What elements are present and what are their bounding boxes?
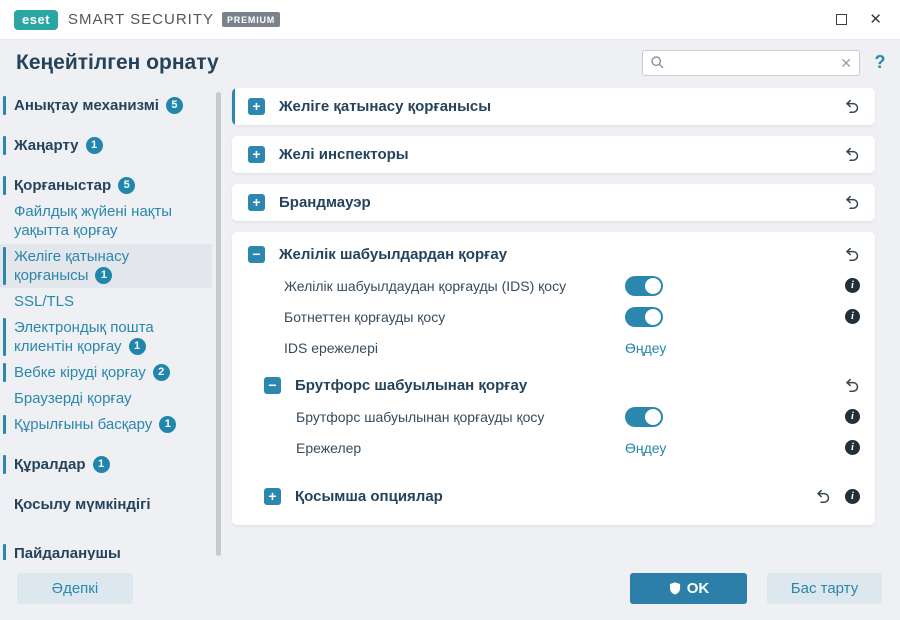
modified-indicator xyxy=(3,136,6,155)
modified-indicator xyxy=(3,247,6,285)
sidebar-scrollbar[interactable] xyxy=(216,92,221,556)
edit-link[interactable]: Өңдеу xyxy=(625,440,666,456)
section-card-firewall: + Брандмауэр xyxy=(232,184,875,221)
sidebar-item-web-access-protection[interactable]: Вебке кіруді қорғау 2 xyxy=(0,360,212,385)
footer: Әдепкі OK Бас тарту xyxy=(0,563,900,620)
subsection-title: Брутфорс шабуылынан қорғау xyxy=(295,376,528,394)
count-badge: 5 xyxy=(165,97,183,114)
info-icon[interactable]: i xyxy=(845,488,860,504)
ids-toggle-on[interactable] xyxy=(625,275,663,296)
setting-label: Ботнеттен қорғауды қосу xyxy=(284,308,446,325)
section-title: Желі инспекторы xyxy=(279,146,409,163)
sidebar-item-user-interface[interactable]: Пайдаланушы интерфейсі2 xyxy=(0,541,212,560)
subsection-title: Қосымша опциялар xyxy=(295,487,443,505)
ok-button[interactable]: OK xyxy=(630,573,747,604)
edit-link[interactable]: Өңдеу xyxy=(625,340,666,356)
search-icon xyxy=(651,56,664,69)
section-title: Желілік шабуылдардан қорғау xyxy=(279,245,508,263)
expand-button[interactable]: + xyxy=(248,146,265,163)
modified-indicator xyxy=(3,544,6,560)
sidebar-item-detection-engine[interactable]: Анықтау механизмі 5 xyxy=(0,93,212,118)
sidebar-item-tools[interactable]: Құралдар 1 xyxy=(0,452,212,477)
modified-indicator xyxy=(3,176,6,195)
cancel-button[interactable]: Бас тарту xyxy=(767,573,882,604)
help-icon[interactable]: ? xyxy=(860,52,900,73)
count-badge: 1 xyxy=(128,338,146,355)
section-card-network-inspector: + Желі инспекторы xyxy=(232,136,875,173)
maximize-button[interactable] xyxy=(836,14,848,25)
revert-icon[interactable] xyxy=(843,98,860,115)
search-input[interactable] xyxy=(665,54,841,71)
product-name: SMART SECURITY xyxy=(68,11,214,28)
sidebar-item-device-control[interactable]: Құрылғыны басқару 1 xyxy=(0,412,212,437)
expand-button[interactable]: + xyxy=(264,487,281,505)
count-badge: 1 xyxy=(92,456,110,473)
sidebar: Анықтау механизмі 5 Жаңарту 1 Қорғаныстар 5… xyxy=(0,85,230,620)
expand-button[interactable]: + xyxy=(248,98,265,115)
sidebar-item-connectivity[interactable]: Қосылу мүмкіндігі xyxy=(0,492,212,517)
count-badge: 1 xyxy=(95,267,113,284)
sidebar-item-browser-protection[interactable]: Браузерді қорғау xyxy=(0,386,212,411)
section-card-network-attack-protection: − Желілік шабуылдардан қорғау Желілік ша… xyxy=(232,232,875,525)
count-badge: 1 xyxy=(159,416,177,433)
info-icon[interactable]: i xyxy=(845,409,860,424)
sidebar-item-network-access-protection[interactable]: Желіге қатынасу қорғанысы 1 xyxy=(0,244,212,288)
modified-indicator xyxy=(3,318,6,356)
revert-icon[interactable] xyxy=(843,377,860,394)
setting-row-ids-rules: IDS ережелері Өңдеу xyxy=(232,332,875,363)
count-badge: 1 xyxy=(85,137,103,154)
setting-label: IDS ережелері xyxy=(284,339,378,356)
active-section-indicator xyxy=(232,88,235,125)
revert-icon[interactable] xyxy=(814,488,831,505)
info-icon[interactable]: i xyxy=(845,278,860,293)
sidebar-item-realtime-protection[interactable]: Файлдық жүйені нақты уақытта қорғау xyxy=(0,199,212,243)
setting-row-botnet-enable: Ботнеттен қорғауды қосу i xyxy=(232,301,875,332)
setting-label: Желілік шабуылдаудан қорғауды (IDS) қосу xyxy=(284,277,567,294)
info-icon[interactable]: i xyxy=(845,440,860,455)
modified-indicator xyxy=(3,455,6,474)
eset-logo: eset xyxy=(14,9,59,30)
header-row: Кеңейтілген орнату ✕ ? xyxy=(0,40,900,85)
revert-icon[interactable] xyxy=(843,246,860,263)
subsection-advanced-options: + Қосымша опциялар i xyxy=(232,479,875,513)
search-box[interactable]: ✕ xyxy=(642,49,860,76)
eset-settings-window: eset SMART SECURITY PREMIUM ✕ Кеңейтілге… xyxy=(0,0,900,620)
setting-label: Брутфорс шабуылынан қорғауды қосу xyxy=(296,408,545,425)
section-title: Желіге қатынасу қорғанысы xyxy=(279,98,492,115)
count-badge: 2 xyxy=(152,364,170,381)
setting-label: Ережелер xyxy=(296,439,362,456)
sidebar-item-ssl-tls[interactable]: SSL/TLS xyxy=(0,289,212,314)
sidebar-item-protections[interactable]: Қорғаныстар 5 xyxy=(0,173,212,198)
revert-icon[interactable] xyxy=(843,146,860,163)
setting-row-rules: Ережелер Өңдеу i xyxy=(232,432,875,463)
settings-panel: + Желіге қатынасу қорғанысы + Желі инспе… xyxy=(230,85,900,620)
brute-force-toggle-on[interactable] xyxy=(625,406,663,427)
page-title: Кеңейтілген орнату xyxy=(16,50,219,74)
subsection-brute-force: − Брутфорс шабуылынан қорғау xyxy=(232,369,875,401)
search-clear-icon[interactable]: ✕ xyxy=(840,56,852,70)
revert-icon[interactable] xyxy=(843,194,860,211)
setting-row-brute-force-enable: Брутфорс шабуылынан қорғауды қосу i xyxy=(232,401,875,432)
setting-row-ids-enable: Желілік шабуылдаудан қорғауды (IDS) қосу… xyxy=(232,270,875,301)
defaults-button[interactable]: Әдепкі xyxy=(17,573,133,604)
info-icon[interactable]: i xyxy=(845,309,860,324)
sidebar-item-email-client-protection[interactable]: Электрондық пошта клиентін қорғау 1 xyxy=(0,315,212,359)
count-badge: 5 xyxy=(118,177,136,194)
section-title: Брандмауэр xyxy=(279,194,371,211)
shield-icon xyxy=(669,582,680,595)
collapse-button[interactable]: − xyxy=(248,245,265,263)
section-card-network-access: + Желіге қатынасу қорғанысы xyxy=(232,88,875,125)
modified-indicator xyxy=(3,363,6,382)
premium-badge: PREMIUM xyxy=(222,12,281,27)
collapse-button[interactable]: − xyxy=(264,376,281,394)
modified-indicator xyxy=(3,96,6,115)
sidebar-item-update[interactable]: Жаңарту 1 xyxy=(0,133,212,158)
titlebar: eset SMART SECURITY PREMIUM ✕ xyxy=(0,0,900,40)
modified-indicator xyxy=(3,415,6,434)
expand-button[interactable]: + xyxy=(248,194,265,211)
botnet-toggle-on[interactable] xyxy=(625,306,663,327)
close-button[interactable]: ✕ xyxy=(869,12,882,27)
